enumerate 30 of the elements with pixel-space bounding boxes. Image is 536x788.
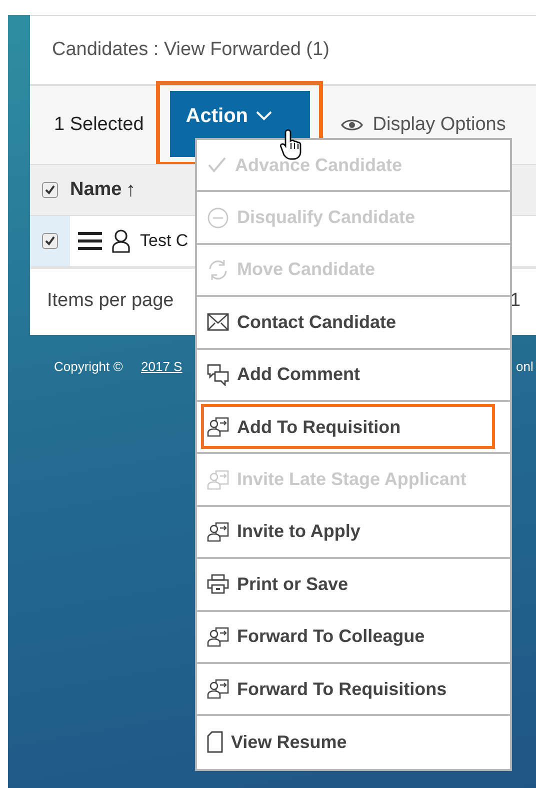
sort-arrow[interactable]: ↑: [126, 178, 136, 202]
selected-count: 1 Selected: [54, 114, 144, 136]
envelope-icon: [207, 313, 229, 332]
caret-icon: [256, 111, 272, 121]
page-number[interactable]: 1: [510, 290, 521, 312]
person-arrow-icon: [207, 626, 229, 647]
minus-circle-icon: [207, 206, 229, 229]
refresh-icon: [207, 258, 229, 281]
eye-icon: [340, 118, 363, 132]
name-column-header[interactable]: Name: [70, 179, 122, 201]
items-per-page-label: Items per page: [47, 290, 174, 312]
menu-icon[interactable]: [78, 232, 102, 250]
copyright-text: Copyright ©: [54, 359, 123, 374]
person-arrow-icon: [207, 679, 229, 700]
row-checkbox[interactable]: [42, 233, 58, 249]
check-icon: [207, 156, 227, 174]
display-options-button[interactable]: Display Options: [340, 114, 506, 136]
comment-icon: [207, 364, 229, 386]
person-arrow-icon: [207, 522, 229, 542]
person-arrow-icon: [207, 470, 229, 490]
select-all-checkbox[interactable]: [42, 182, 58, 198]
candidate-name[interactable]: Test C: [140, 231, 188, 251]
person-arrow-icon: [207, 417, 229, 438]
panel-title: Candidates : View Forwarded (1): [52, 39, 330, 61]
copyright-link[interactable]: 2017 S: [141, 359, 182, 374]
person-icon: [112, 229, 130, 253]
printer-icon: [207, 574, 229, 594]
footer-text: onl: [516, 359, 534, 374]
menu-item[interactable]: Add To Requisition: [197, 402, 510, 454]
document-icon: [207, 731, 223, 754]
